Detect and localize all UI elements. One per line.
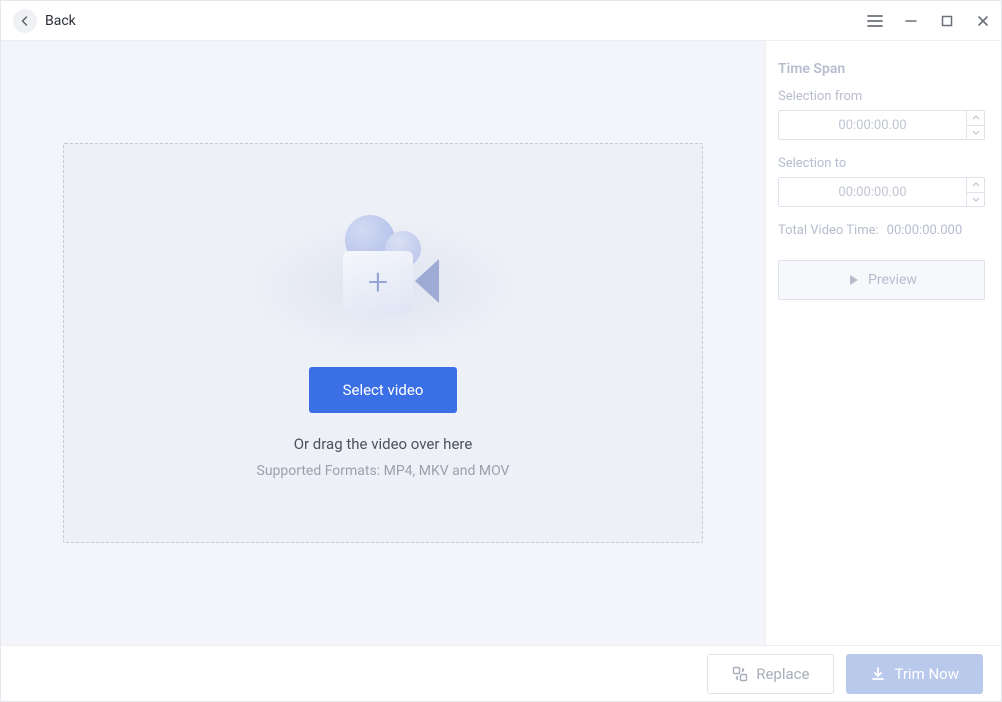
selection-to-spinner [966, 178, 984, 206]
back-button[interactable]: Back [13, 9, 76, 33]
total-time-value: 00:00:00.000 [887, 223, 962, 238]
selection-from-input[interactable] [779, 111, 966, 139]
back-label: Back [45, 13, 76, 29]
window-controls [865, 11, 993, 31]
replace-label: Replace [756, 665, 809, 683]
trim-now-button[interactable]: Trim Now [846, 654, 983, 694]
content: + Select video Or drag the video over he… [1, 41, 1001, 645]
to-increment-icon[interactable] [967, 178, 984, 193]
from-decrement-icon[interactable] [967, 126, 984, 140]
total-time-row: Total Video Time: 00:00:00.000 [778, 223, 985, 238]
selection-to-field [778, 177, 985, 207]
to-decrement-icon[interactable] [967, 193, 984, 207]
selection-from-spinner [966, 111, 984, 139]
from-increment-icon[interactable] [967, 111, 984, 126]
preview-button[interactable]: Preview [778, 260, 985, 300]
selection-from-label: Selection from [778, 89, 985, 104]
play-icon [846, 273, 860, 287]
sidebar: Time Span Selection from Selection to To… [765, 41, 1001, 645]
supported-formats: Supported Formats: MP4, MKV and MOV [257, 463, 510, 479]
main-area: + Select video Or drag the video over he… [1, 41, 765, 645]
replace-button[interactable]: Replace [707, 654, 834, 694]
download-icon [870, 666, 886, 682]
drag-instruction: Or drag the video over here [294, 435, 473, 453]
plus-icon: + [368, 264, 388, 300]
video-dropzone[interactable]: + Select video Or drag the video over he… [63, 143, 703, 543]
video-placeholder-illustration: + [283, 207, 483, 347]
preview-label: Preview [868, 272, 917, 288]
close-icon[interactable] [973, 11, 993, 31]
selection-from-field [778, 110, 985, 140]
selection-to-input[interactable] [779, 178, 966, 206]
maximize-icon[interactable] [937, 11, 957, 31]
replace-icon [732, 666, 748, 682]
minimize-icon[interactable] [901, 11, 921, 31]
footer: Replace Trim Now [1, 645, 1001, 701]
trim-label: Trim Now [894, 665, 959, 683]
total-time-label: Total Video Time: [778, 223, 879, 238]
back-arrow-icon [13, 9, 37, 33]
selection-to-label: Selection to [778, 156, 985, 171]
titlebar: Back [1, 1, 1001, 41]
hamburger-menu-icon[interactable] [865, 11, 885, 31]
select-video-button[interactable]: Select video [309, 367, 458, 413]
timespan-title: Time Span [778, 61, 985, 77]
